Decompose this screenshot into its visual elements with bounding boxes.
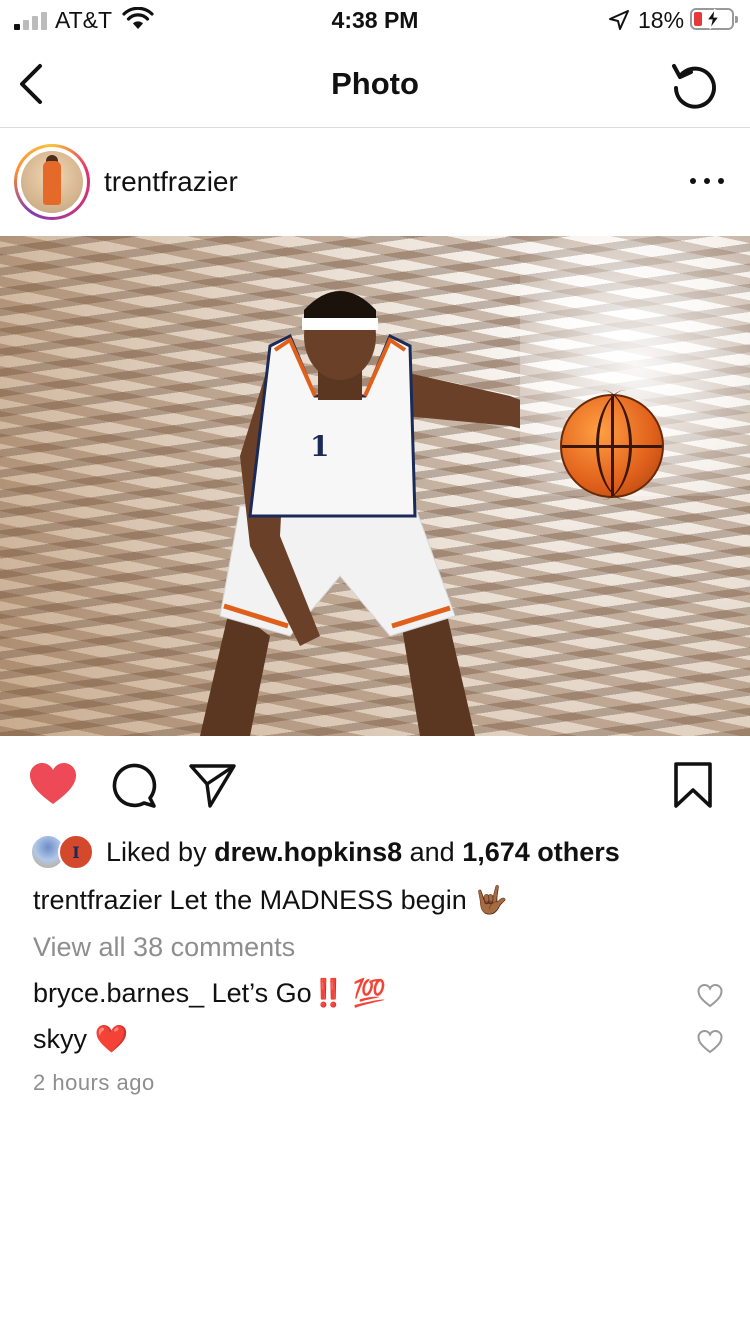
comment-item: bryce.barnes_ Let’s Go‼️ 💯 [33, 977, 733, 1017]
comment-button[interactable] [108, 760, 158, 810]
like-button[interactable] [28, 760, 78, 810]
share-button[interactable] [188, 760, 238, 810]
refresh-icon [672, 64, 716, 109]
comment-body: ❤️ [87, 1024, 129, 1054]
bookmark-icon [674, 762, 712, 808]
avatar [21, 151, 83, 213]
more-horizontal-icon [690, 178, 696, 184]
post-timestamp: 2 hours ago [33, 1070, 155, 1095]
likes-prefix: Liked by [106, 837, 215, 867]
location-arrow-icon [609, 10, 629, 30]
post-action-bar [0, 736, 750, 832]
nav-header: Photo [0, 40, 750, 128]
liker-avatar: I [58, 834, 94, 870]
refresh-button[interactable] [668, 58, 720, 110]
basketball [560, 390, 664, 500]
comment-bubble-icon [112, 763, 157, 808]
page-title: Photo [331, 66, 419, 101]
comment-item: skyy ❤️ [33, 1023, 733, 1063]
likes-others-count[interactable]: 1,674 others [462, 837, 620, 867]
svg-text:1: 1 [310, 430, 329, 463]
heart-filled-icon [30, 763, 76, 804]
post-username[interactable]: trentfrazier [104, 166, 238, 198]
caption-username[interactable]: trentfrazier [33, 885, 162, 915]
post-header: trentfrazier [0, 129, 750, 235]
comment-username[interactable]: skyy [33, 1024, 87, 1054]
likes-connector: and [402, 837, 463, 867]
save-button[interactable] [668, 760, 718, 810]
comment-body: Let’s Go‼️ 💯 [204, 978, 387, 1008]
heart-outline-icon [697, 983, 723, 1008]
more-options-button[interactable] [690, 169, 724, 193]
post-caption: trentfrazier Let the MADNESS begin 🤟🏾 [33, 884, 733, 916]
caption-text: Let the MADNESS begin 🤟🏾 [162, 885, 508, 915]
paper-plane-icon [189, 764, 236, 808]
status-bar: AT&T 4:38 PM 18% [0, 0, 750, 40]
comment-like-button[interactable] [697, 1029, 723, 1055]
liker-username[interactable]: drew.hopkins8 [214, 837, 402, 867]
likes-text: Liked by drew.hopkins8 and 1,674 others [106, 837, 620, 868]
comment-text: skyy ❤️ [33, 1024, 128, 1054]
battery-percentage: 18% [638, 7, 685, 33]
view-all-comments-link[interactable]: View all 38 comments [33, 932, 295, 963]
post-photo[interactable]: 1 [0, 236, 750, 736]
comment-like-button[interactable] [697, 983, 723, 1009]
likes-summary[interactable]: I Liked by drew.hopkins8 and 1,674 other… [0, 832, 750, 874]
story-ring[interactable] [14, 144, 90, 220]
comment-username[interactable]: bryce.barnes_ [33, 978, 204, 1008]
basketball-player-illustration: 1 [200, 291, 520, 736]
charging-bolt-icon [705, 8, 721, 30]
battery-icon [690, 8, 738, 30]
heart-outline-icon [697, 1029, 723, 1054]
comment-text: bryce.barnes_ Let’s Go‼️ 💯 [33, 978, 386, 1008]
